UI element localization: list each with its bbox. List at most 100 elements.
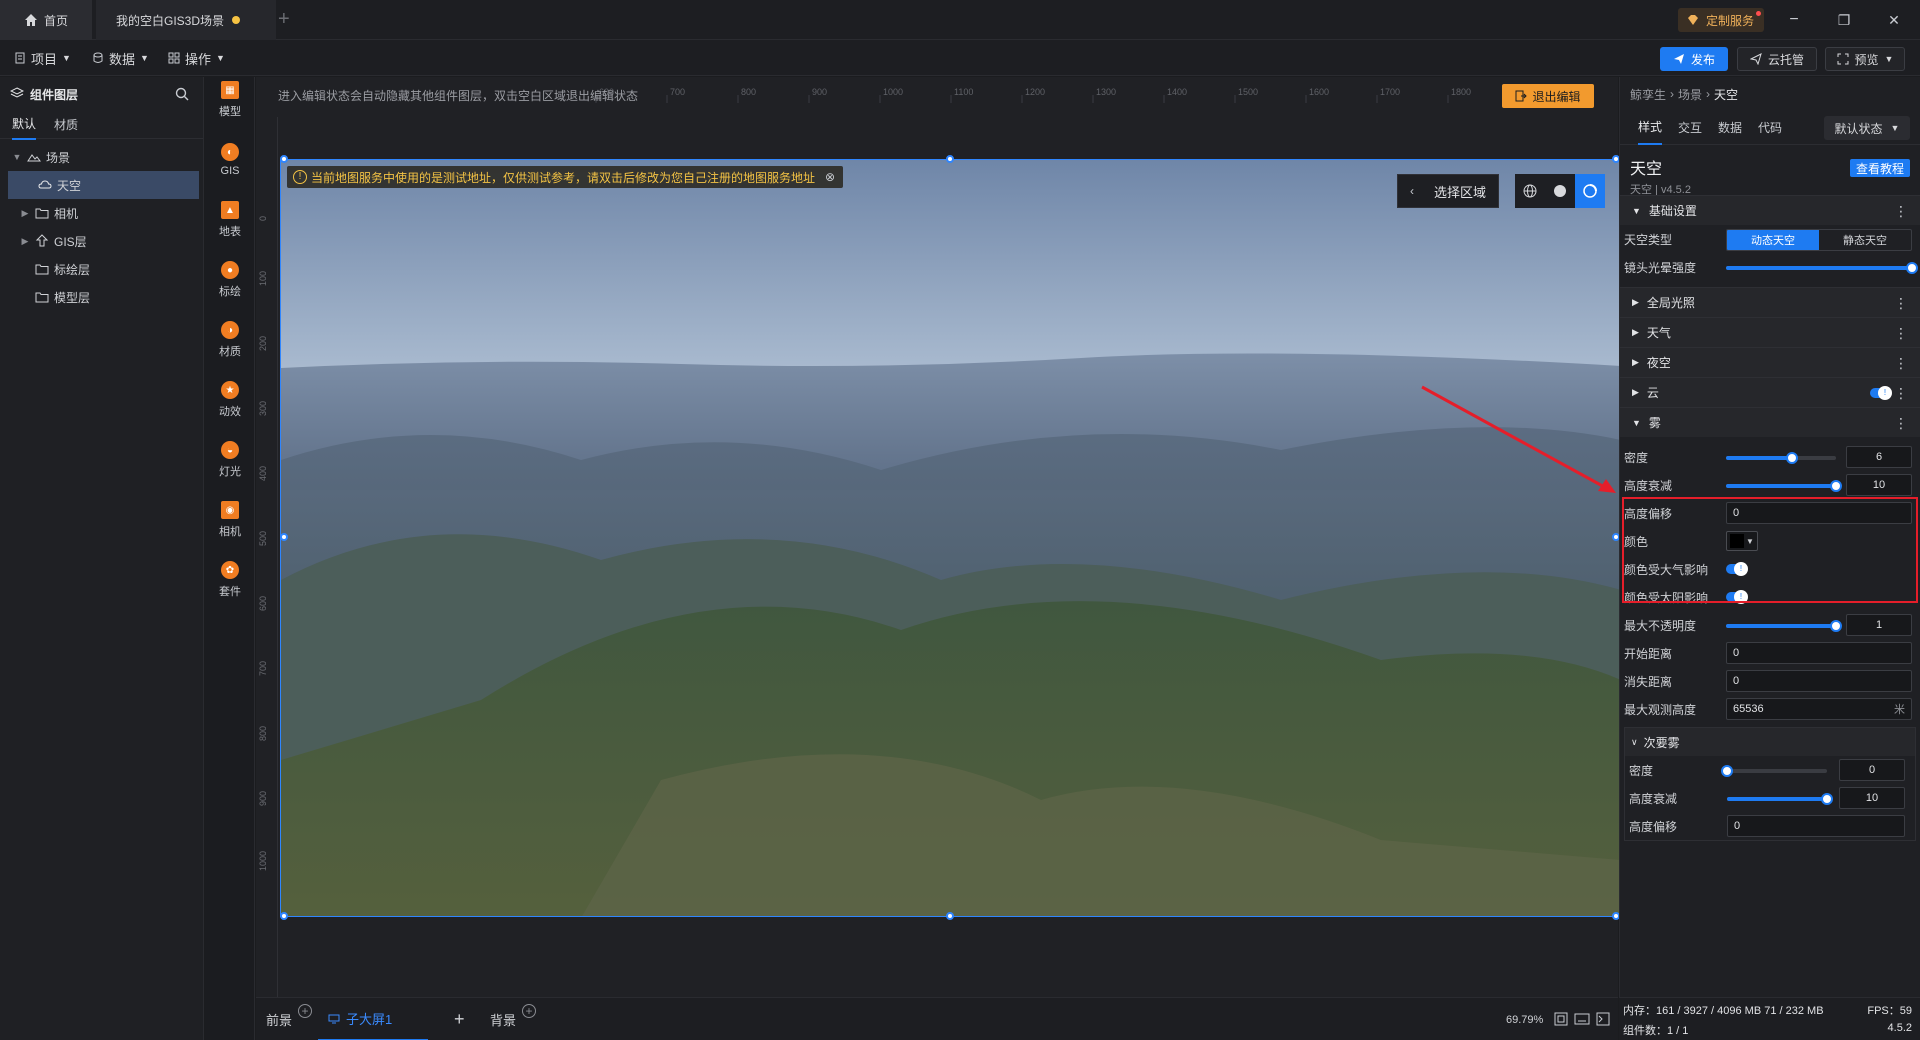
menu-data[interactable]: 数据 ▼ (92, 48, 149, 68)
tree-item-sky[interactable]: 天空 (8, 171, 199, 199)
search-icon[interactable] (175, 87, 189, 101)
section-night-sky[interactable]: ▶ 夜空 ⋮ (1620, 347, 1920, 377)
secondary-density-slider[interactable] (1721, 765, 1827, 777)
tab-default[interactable]: 默认 (12, 109, 37, 140)
menu-operate[interactable]: 操作 ▼ (168, 48, 225, 68)
section-weather[interactable]: ▶ 天气 ⋮ (1620, 317, 1920, 347)
more-icon[interactable]: ⋮ (1894, 202, 1908, 220)
caret-right-icon[interactable]: ▶ (20, 208, 30, 219)
cloud-host-button[interactable]: 云托管 (1737, 47, 1817, 71)
more-icon[interactable]: ⋮ (1894, 324, 1908, 342)
rail-effect[interactable]: ★ 动效 (205, 377, 255, 423)
state-dropdown[interactable]: 默认状态 ▼ (1824, 116, 1910, 140)
fog-atmosphere-toggle[interactable]: ! (1726, 562, 1748, 576)
resize-handle[interactable] (946, 912, 954, 920)
close-button[interactable]: ✕ (1884, 10, 1904, 30)
rail-material[interactable]: ◑ 材质 (205, 317, 255, 363)
rail-model[interactable]: ▦ 模型 (205, 77, 255, 123)
tab-document[interactable]: 我的空白GIS3D场景 (96, 0, 276, 40)
fog-end-distance-input[interactable]: 0 (1726, 670, 1912, 692)
tutorial-button[interactable]: 查看教程 (1849, 159, 1910, 177)
tree-item-scene[interactable]: ▼ 场景 (0, 143, 203, 171)
tab-material[interactable]: 材质 (54, 110, 78, 139)
menu-project[interactable]: 项目 ▼ (14, 48, 71, 68)
tab-data[interactable]: 数据 (1718, 111, 1742, 144)
tab-interaction[interactable]: 交互 (1678, 111, 1702, 144)
fog-max-opacity-input[interactable]: 1 (1846, 614, 1912, 636)
tab-home[interactable]: 首页 (0, 0, 92, 40)
rail-kit[interactable]: ✿ 套件 (205, 557, 255, 603)
fog-start-distance-input[interactable]: 0 (1726, 642, 1912, 664)
section-fog[interactable]: ▼ 雾 ⋮ (1620, 407, 1920, 437)
globe-mode-button[interactable] (1515, 174, 1545, 208)
fog-density-slider[interactable] (1726, 452, 1836, 464)
add-screen-button[interactable]: + (454, 998, 465, 1040)
fog-density-input[interactable]: 6 (1846, 446, 1912, 468)
rail-camera[interactable]: ◉ 相机 (205, 497, 255, 543)
fog-height-falloff-input[interactable]: 10 (1846, 474, 1912, 496)
fog-height-falloff-slider[interactable] (1726, 480, 1842, 492)
resize-handle[interactable] (280, 533, 288, 541)
resize-handle[interactable] (946, 155, 954, 163)
publish-button[interactable]: 发布 (1660, 47, 1728, 71)
rotate-mode-button[interactable] (1575, 174, 1605, 208)
terminal-icon[interactable] (1596, 1012, 1610, 1026)
secondary-fog-header[interactable]: ∨ 次要雾 (1625, 728, 1915, 756)
resize-handle[interactable] (280, 912, 288, 920)
static-sky-option[interactable]: 静态天空 (1819, 230, 1911, 250)
minimize-button[interactable]: − (1784, 10, 1804, 30)
secondary-height-offset-input[interactable]: 0 (1727, 815, 1905, 837)
fit-screen-icon[interactable] (1554, 1012, 1568, 1026)
more-icon[interactable]: ⋮ (1894, 294, 1908, 312)
dynamic-sky-option[interactable]: 动态天空 (1727, 230, 1819, 250)
more-icon[interactable]: ⋮ (1894, 354, 1908, 372)
fog-max-height-input[interactable]: 65536 米 (1726, 698, 1912, 720)
tree-item-plot-layer[interactable]: 标绘层 (0, 255, 203, 283)
secondary-density-input[interactable]: 0 (1839, 759, 1905, 781)
section-cloud[interactable]: ▶ 云 ! ⋮ (1620, 377, 1920, 407)
fog-max-opacity-slider[interactable] (1726, 620, 1842, 632)
add-tab-button[interactable]: + (278, 8, 290, 31)
scene-viewport[interactable]: ! 当前地图服务中使用的是测试地址，仅供测试参考，请双击后修改为您自己注册的地图… (280, 159, 1620, 917)
tree-item-camera[interactable]: ▶ 相机 (0, 199, 203, 227)
fog-color-picker[interactable]: ▼ (1726, 531, 1758, 551)
caret-right-icon[interactable]: ▶ (20, 236, 30, 247)
keyboard-icon[interactable] (1574, 1012, 1590, 1026)
caret-down-icon[interactable]: ▼ (12, 152, 22, 162)
more-icon[interactable]: ⋮ (1894, 414, 1908, 432)
tab-code[interactable]: 代码 (1758, 111, 1782, 144)
custom-service-button[interactable]: 定制服务 (1678, 8, 1765, 32)
sub-screen-tab[interactable]: 子大屏1 (318, 998, 428, 1040)
restore-button[interactable]: ❐ (1834, 10, 1854, 30)
tab-style[interactable]: 样式 (1638, 110, 1663, 145)
select-region-control[interactable]: ‹ 选择区域 (1397, 174, 1500, 208)
cloud-toggle[interactable]: ! (1870, 386, 1892, 400)
section-basic[interactable]: ▼ 基础设置 ⋮ (1620, 195, 1920, 225)
front-layer-tab[interactable]: 前景 (266, 998, 292, 1040)
rail-plot[interactable]: ● 标绘 (205, 257, 255, 303)
editor-canvas[interactable]: 600 700 800 900 1000 1100 1200 1300 1400 1500 1600… (256, 77, 1620, 997)
rail-terrain[interactable]: ▲ 地表 (205, 197, 255, 243)
tree-item-model-layer[interactable]: 模型层 (0, 283, 203, 311)
breadcrumb-item[interactable]: 鲸孪生 (1630, 86, 1666, 103)
lens-flare-slider[interactable] (1726, 262, 1918, 274)
exit-edit-button[interactable]: 退出编辑 (1502, 84, 1594, 108)
preview-button[interactable]: 预览 ▼ (1825, 47, 1905, 71)
add-background-icon[interactable]: + (522, 1004, 536, 1018)
secondary-height-falloff-slider[interactable] (1727, 793, 1833, 805)
add-front-icon[interactable]: + (298, 1004, 312, 1018)
rail-light[interactable]: ◒ 灯光 (205, 437, 255, 483)
rail-gis[interactable]: ◐ GIS (205, 137, 255, 183)
circle-mode-button[interactable] (1545, 174, 1575, 208)
resize-handle[interactable] (280, 155, 288, 163)
fog-height-offset-input[interactable]: 0 (1726, 502, 1912, 524)
secondary-height-falloff-input[interactable]: 10 (1839, 787, 1905, 809)
background-layer-tab[interactable]: 背景 (490, 998, 516, 1040)
fog-sun-toggle[interactable]: ! (1726, 590, 1748, 604)
breadcrumb-item[interactable]: 场景 (1678, 86, 1702, 103)
chevron-left-icon[interactable]: ‹ (1398, 184, 1426, 198)
tree-item-gis[interactable]: ▶ GIS层 (0, 227, 203, 255)
more-icon[interactable]: ⋮ (1894, 384, 1908, 402)
section-global-light[interactable]: ▶ 全局光照 ⋮ (1620, 287, 1920, 317)
close-icon[interactable]: ⊗ (825, 170, 835, 184)
